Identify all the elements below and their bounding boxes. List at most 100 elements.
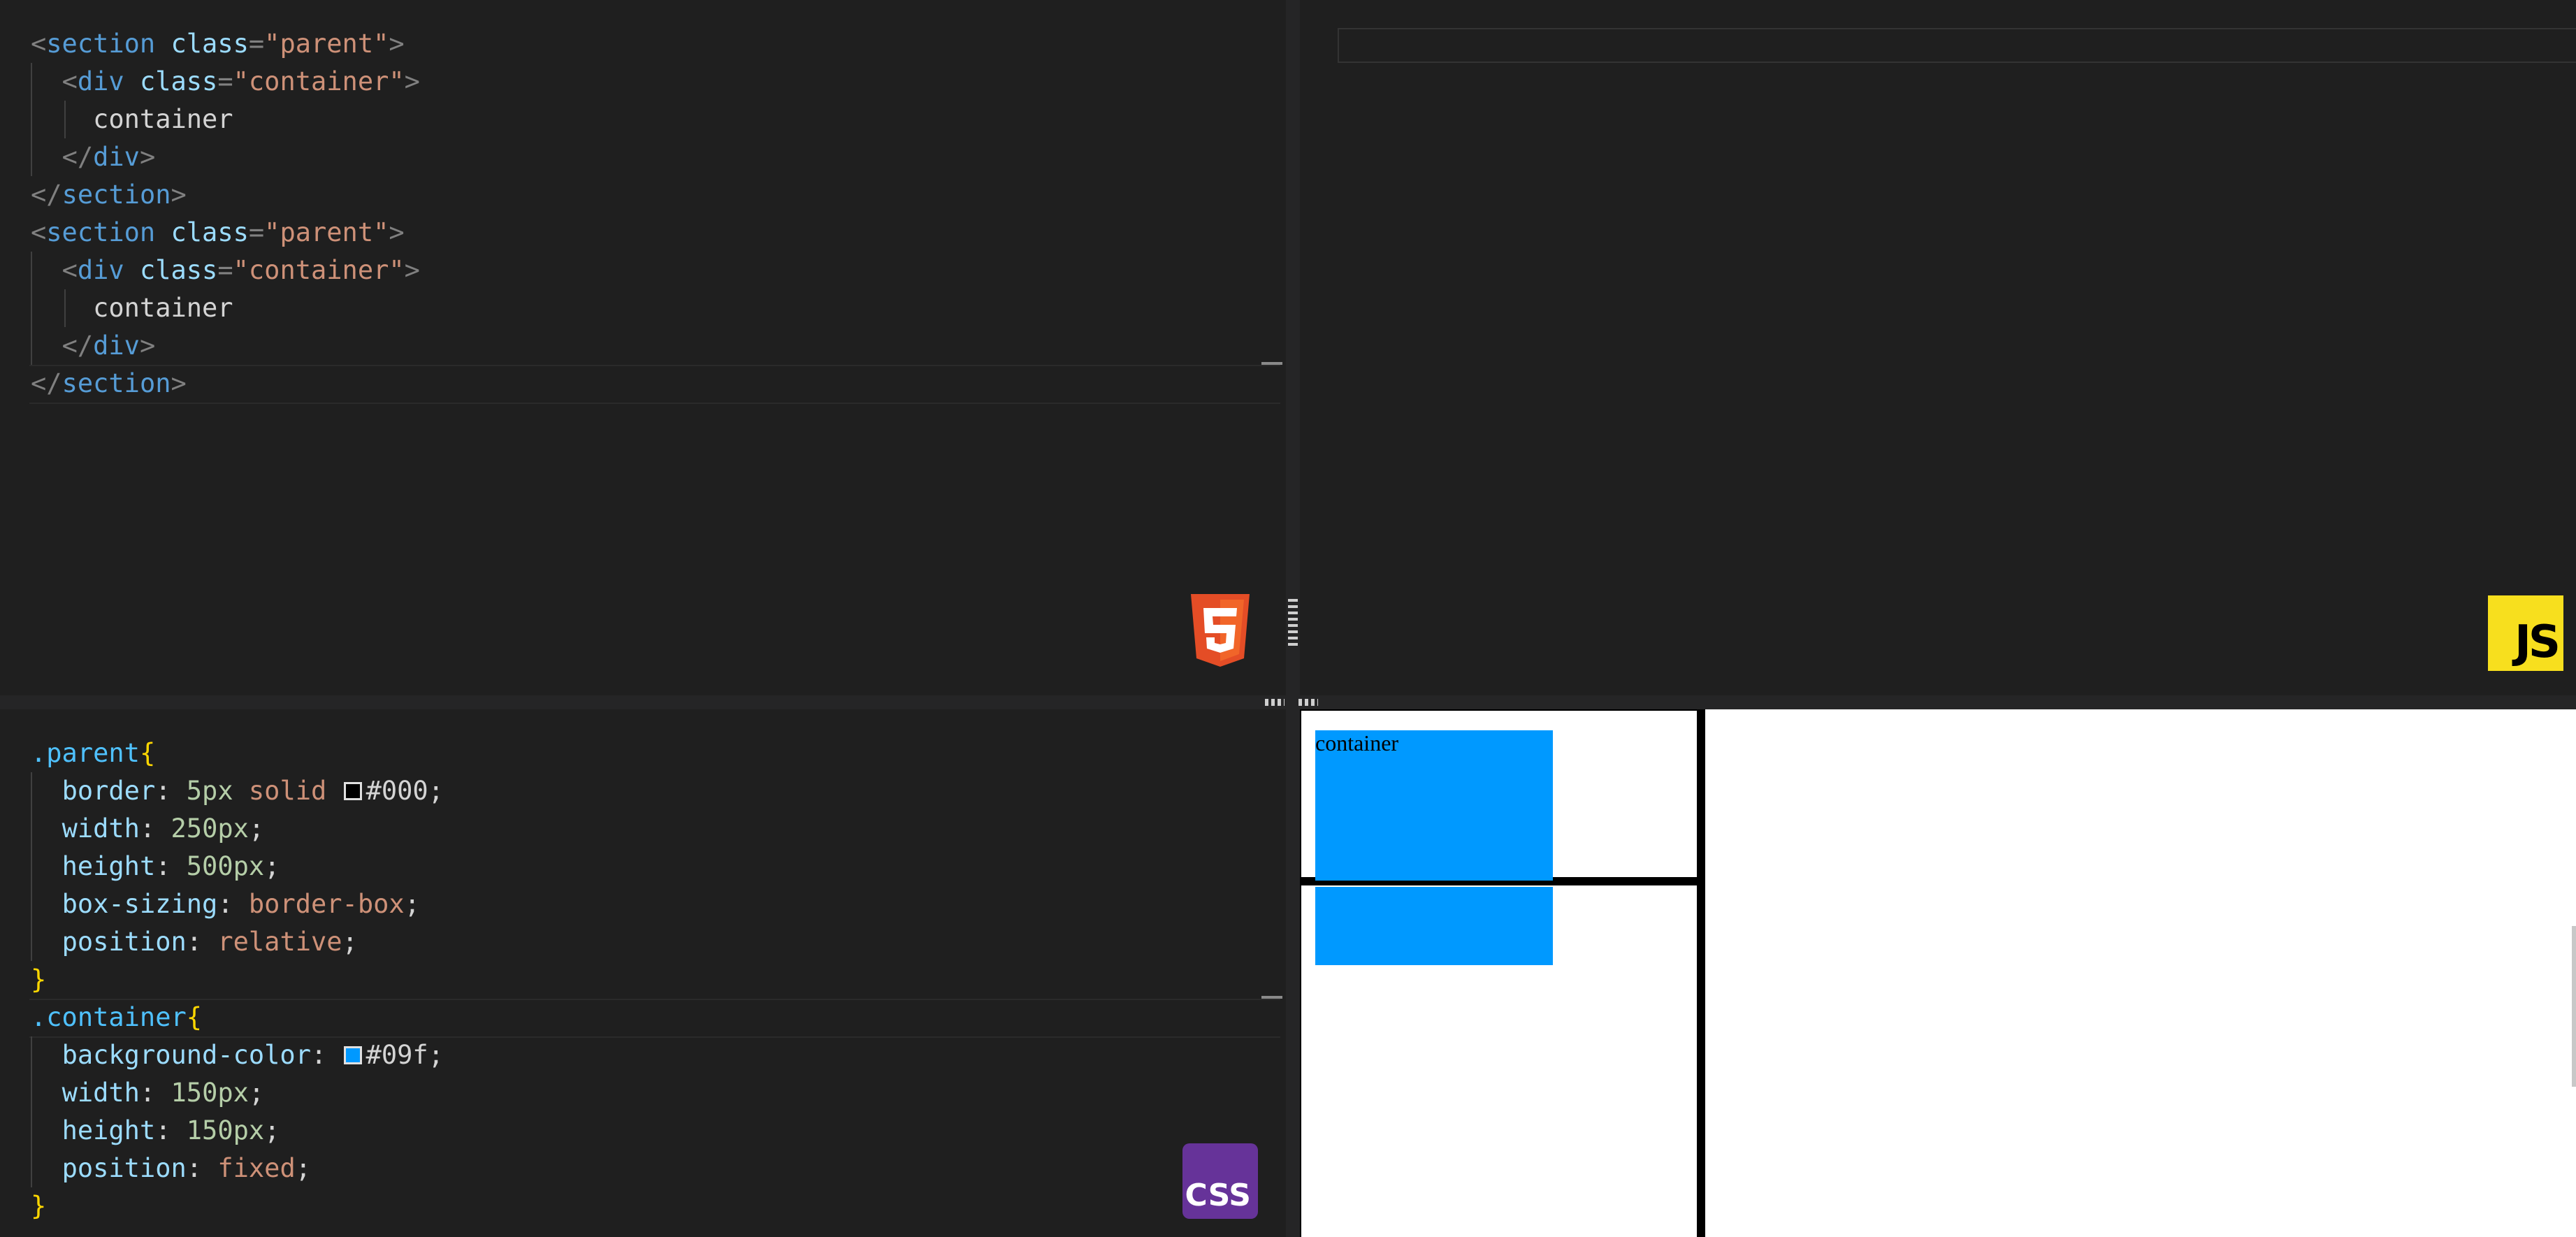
code-line[interactable]: container [31,101,420,138]
code-token: : [155,1115,187,1145]
code-line[interactable]: </div> [31,327,420,365]
code-line[interactable]: background-color: #09f; [31,1036,444,1074]
code-token: } [31,1191,47,1221]
preview-scrollbar[interactable] [2570,709,2576,1237]
preview-container-label: container [1315,730,1399,755]
code-token: "parent" [264,29,389,59]
code-line[interactable]: </section> [31,176,420,214]
code-token: div [93,331,140,361]
code-line[interactable]: <section class="parent"> [31,214,420,252]
code-token: height [61,1115,156,1145]
code-line[interactable]: box-sizing: border-box; [31,885,444,923]
code-token: height [61,851,156,881]
code-token: > [171,368,187,398]
code-token: fixed [217,1153,296,1183]
code-line[interactable]: <section class="parent"> [31,25,420,63]
html-code-area[interactable]: <section class="parent"> <div class="con… [31,25,420,403]
code-line[interactable]: position: fixed; [31,1150,444,1187]
code-line[interactable]: height: 150px; [31,1112,444,1150]
code-token: #09f; [366,1040,444,1070]
code-line[interactable]: </section> [31,365,420,403]
js-code-area[interactable] [1338,28,2576,63]
code-token: "container" [233,255,405,285]
code-token: background-color [61,1040,311,1070]
css-badge-label: CSS [1185,1178,1251,1213]
drag-handle-icon[interactable] [1265,699,1285,706]
preview-pane[interactable]: container [1300,709,2576,1237]
code-token: "container" [233,66,405,96]
code-token: </ [31,368,62,398]
color-swatch[interactable] [343,1046,362,1064]
code-token: < [31,29,47,59]
drag-handle-icon[interactable] [1288,599,1298,648]
code-token: } [31,964,47,994]
code-line[interactable]: position: relative; [31,923,444,961]
code-token: class [139,66,218,96]
code-token: : [139,1078,171,1108]
scrollbar-thumb[interactable] [2572,926,2576,1087]
code-token: relative [217,927,342,957]
code-token: > [404,66,420,96]
code-token: ; [248,1078,265,1108]
code-token: container [31,293,233,323]
code-token: 500px [186,851,265,881]
code-line[interactable]: border: 5px solid #000; [31,772,444,810]
code-token: > [389,217,405,247]
code-token: : [139,813,171,844]
js-icon: JS [2488,595,2563,671]
code-token: ; [264,1115,280,1145]
code-token: position [61,1153,187,1183]
code-line[interactable]: } [31,1187,444,1225]
code-token: ; [404,889,420,919]
code-token: section [61,180,171,210]
code-token: > [389,29,405,59]
css-editor-pane[interactable]: .parent{ border: 5px solid #000; width: … [0,709,1286,1237]
code-token: { [139,738,156,768]
code-line[interactable]: </div> [31,138,420,176]
code-token: class [171,29,249,59]
code-token: { [186,1002,203,1032]
preview-container [1315,887,1553,965]
code-token: ; [248,813,265,844]
code-line[interactable]: container [31,289,420,327]
code-token: : [186,1153,218,1183]
code-token: = [217,255,233,285]
code-line[interactable]: <div class="container"> [31,252,420,289]
code-token: #000; [366,776,444,806]
horizontal-splitter[interactable] [0,695,2576,709]
code-token: div [77,66,124,96]
code-token: : [155,776,187,806]
code-token: border [61,776,156,806]
code-token: section [46,217,156,247]
code-token: width [61,1078,140,1108]
html-editor-pane[interactable]: <section class="parent"> <div class="con… [0,0,1286,695]
code-line[interactable]: } [31,961,444,999]
code-line[interactable]: .parent{ [31,735,444,772]
code-line[interactable]: height: 500px; [31,848,444,885]
code-token: : [155,851,187,881]
code-line[interactable]: .container{ [31,999,444,1036]
drag-handle-icon[interactable] [1298,699,1318,706]
code-token: section [46,29,156,59]
code-token: > [139,331,156,361]
code-line[interactable]: width: 250px; [31,810,444,848]
color-swatch[interactable] [343,781,362,800]
code-token: </ [31,180,62,210]
code-token: div [93,142,140,172]
code-line[interactable]: <div class="container"> [31,63,420,101]
css-code-area[interactable]: .parent{ border: 5px solid #000; width: … [31,735,444,1225]
js-editor-pane[interactable]: JS [1300,0,2576,695]
code-token: class [171,217,249,247]
code-token: container [31,104,233,134]
code-line[interactable]: width: 150px; [31,1074,444,1112]
